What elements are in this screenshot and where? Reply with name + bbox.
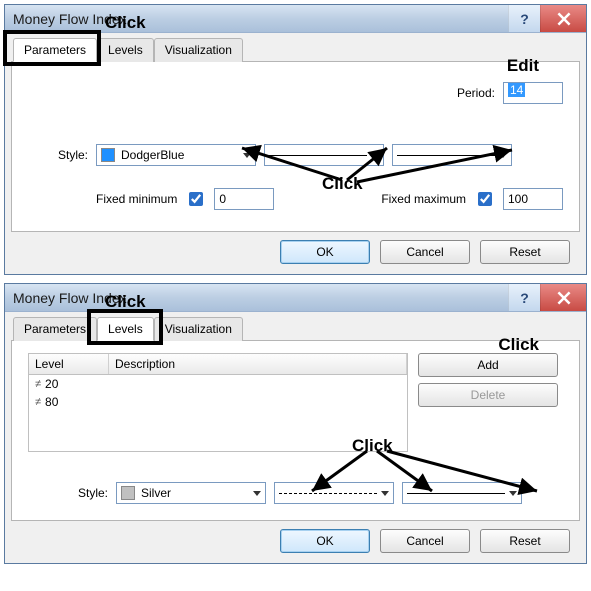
tab-levels[interactable]: Levels — [97, 317, 154, 341]
fixedmax-checkbox[interactable] — [478, 192, 492, 206]
window-buttons: ? — [508, 5, 586, 32]
delete-button[interactable]: Delete — [418, 383, 558, 407]
level-icon: ≠ — [35, 396, 41, 408]
color-swatch — [121, 486, 135, 500]
style-width-select[interactable] — [392, 144, 512, 166]
dialog-mfi-levels: Money Flow Index ? Click Parameters Leve… — [4, 283, 587, 564]
fixedmax-input[interactable] — [503, 188, 563, 210]
tab-parameters[interactable]: Parameters — [13, 317, 97, 341]
period-input[interactable]: 14 — [503, 82, 563, 104]
table-row[interactable]: ≠ 80 — [29, 393, 407, 411]
level-value: 20 — [45, 377, 58, 391]
tab-visualization[interactable]: Visualization — [154, 38, 243, 62]
reset-button[interactable]: Reset — [480, 240, 570, 264]
line-style-preview — [279, 493, 377, 494]
dialog-body: Click Parameters Levels Visualization Cl… — [5, 312, 586, 563]
ok-button[interactable]: OK — [280, 240, 370, 264]
style-color-name: DodgerBlue — [121, 148, 184, 162]
ok-button[interactable]: OK — [280, 529, 370, 553]
dialog-mfi-parameters: Money Flow Index ? Click Parameters Leve… — [4, 4, 587, 275]
style-width-select[interactable] — [402, 482, 522, 504]
style-color-select[interactable]: Silver — [116, 482, 266, 504]
line-width-preview — [407, 493, 505, 494]
fixedmin-input[interactable] — [214, 188, 274, 210]
close-button[interactable] — [540, 5, 586, 32]
parameters-panel: Edit Period: 14 Style: DodgerBlue — [11, 62, 580, 232]
level-description — [109, 393, 407, 411]
level-value: 80 — [45, 395, 58, 409]
dialog-title: Money Flow Index — [13, 11, 508, 27]
tab-row: Parameters Levels Visualization — [11, 316, 580, 341]
style-label: Style: — [28, 148, 88, 162]
col-description: Description — [109, 354, 407, 374]
period-label: Period: — [457, 86, 495, 100]
titlebar: Money Flow Index ? — [5, 284, 586, 312]
col-level: Level — [29, 354, 109, 374]
window-buttons: ? — [508, 284, 586, 311]
table-row[interactable]: ≠ 20 — [29, 375, 407, 393]
cancel-button[interactable]: Cancel — [380, 529, 470, 553]
chevron-down-icon — [499, 153, 507, 158]
chevron-down-icon — [371, 153, 379, 158]
dialog-body: Click Parameters Levels Visualization Ed… — [5, 33, 586, 274]
level-icon: ≠ — [35, 378, 41, 390]
chevron-down-icon — [253, 491, 261, 496]
tab-row: Parameters Levels Visualization — [11, 37, 580, 62]
fixedmax-label: Fixed maximum — [381, 192, 466, 206]
style-line-select[interactable] — [274, 482, 394, 504]
levels-table[interactable]: Level Description ≠ 20 ≠ 80 — [28, 353, 408, 452]
help-button[interactable]: ? — [508, 5, 540, 32]
levels-side-buttons: Add Delete — [418, 353, 558, 452]
tab-visualization[interactable]: Visualization — [154, 317, 243, 341]
add-button[interactable]: Add — [418, 353, 558, 377]
dialog-title: Money Flow Index — [13, 290, 508, 306]
style-color-select[interactable]: DodgerBlue — [96, 144, 256, 166]
reset-button[interactable]: Reset — [480, 529, 570, 553]
fixedmin-label: Fixed minimum — [96, 192, 177, 206]
close-icon — [557, 12, 571, 26]
fixedmin-checkbox[interactable] — [189, 192, 203, 206]
levels-table-header: Level Description — [29, 354, 407, 375]
style-label: Style: — [28, 486, 108, 500]
color-swatch — [101, 148, 115, 162]
tab-parameters[interactable]: Parameters — [13, 38, 97, 62]
close-icon — [557, 291, 571, 305]
chevron-down-icon — [381, 491, 389, 496]
style-line-select[interactable] — [264, 144, 384, 166]
levels-panel: Click Level Description ≠20 ≠80 — [11, 341, 580, 521]
cancel-button[interactable]: Cancel — [380, 240, 470, 264]
period-value: 14 — [508, 83, 525, 97]
style-color-name: Silver — [141, 486, 171, 500]
line-width-preview — [397, 155, 495, 156]
chevron-down-icon — [509, 491, 517, 496]
help-button[interactable]: ? — [508, 284, 540, 311]
line-style-preview — [269, 155, 367, 156]
tab-levels[interactable]: Levels — [97, 38, 154, 62]
dialog-buttons: OK Cancel Reset — [11, 232, 580, 264]
close-button[interactable] — [540, 284, 586, 311]
level-description — [109, 375, 407, 393]
titlebar: Money Flow Index ? — [5, 5, 586, 33]
chevron-down-icon — [243, 153, 251, 158]
dialog-buttons: OK Cancel Reset — [11, 521, 580, 553]
